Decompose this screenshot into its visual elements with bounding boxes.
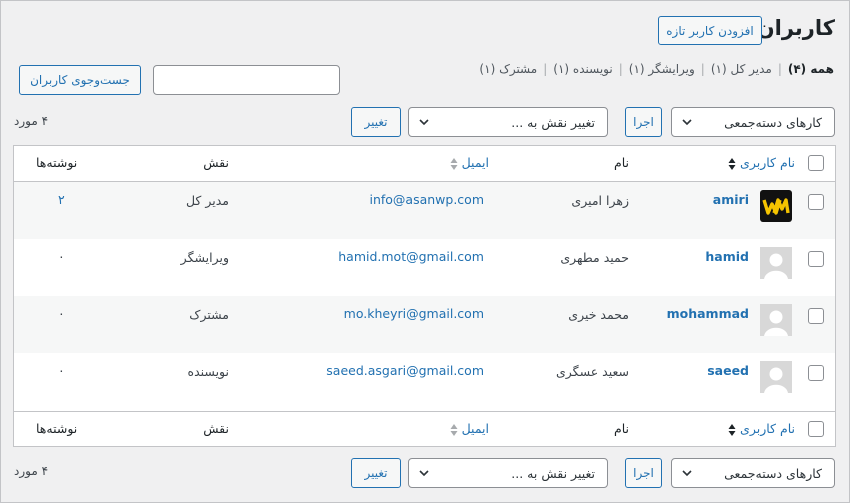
sort-arrows-icon (728, 157, 736, 170)
column-email-label: ایمیل (461, 155, 489, 170)
filter-subscriber[interactable]: مشترک (۱) (479, 62, 537, 76)
default-avatar-icon (760, 247, 792, 279)
apply-button[interactable]: اجرا (625, 107, 662, 137)
column-username-sort[interactable]: نام کاربری (724, 421, 795, 437)
change-role-label: تغییر نقش به ... (511, 114, 595, 130)
user-role: نویسنده (187, 364, 229, 379)
default-avatar-icon (760, 304, 792, 336)
user-role: مدیر کل (185, 193, 229, 208)
apply-button-bottom[interactable]: اجرا (625, 458, 662, 488)
user-posts-link[interactable]: ۲ (58, 192, 65, 207)
change-role-button-bottom[interactable]: تغییر (351, 458, 401, 488)
row-checkbox[interactable] (808, 251, 824, 267)
chevron-down-icon (419, 119, 429, 126)
select-all-checkbox[interactable] (808, 421, 824, 437)
bulk-actions-label: کارهای دسته‌جمعی (724, 114, 822, 130)
sort-arrows-icon (450, 423, 458, 436)
default-avatar-icon (760, 361, 792, 393)
table-row: mohammad محمد خیری mo.kheyri@gmail.com م… (14, 296, 835, 353)
column-role-label: نقش (203, 421, 229, 436)
role-filter-links: همه (۴) | مدیر کل (۱) | ویرایشگر (۱) | ن… (479, 62, 834, 76)
row-checkbox[interactable] (808, 194, 824, 210)
filter-separator: | (777, 62, 782, 76)
users-table: نام کاربری نام ایمیل نقش نوشته‌ها amiri … (13, 145, 836, 447)
chevron-down-icon (419, 470, 429, 477)
username-link[interactable]: amiri (713, 192, 749, 207)
user-name: زهرا امیری (571, 193, 629, 208)
username-link[interactable]: hamid (705, 249, 749, 264)
user-posts-count: ۰ (58, 306, 65, 321)
change-role-select-bottom[interactable]: تغییر نقش به ... (408, 458, 608, 488)
column-email-sort[interactable]: ایمیل (446, 155, 489, 171)
table-header-row: نام کاربری نام ایمیل نقش نوشته‌ها (14, 146, 835, 182)
select-all-checkbox[interactable] (808, 155, 824, 171)
items-count: ۴ مورد (14, 114, 49, 128)
filter-separator: | (700, 62, 705, 76)
table-row: saeed سعید عسگری saeed.asgari@gmail.com … (14, 353, 835, 410)
filter-all[interactable]: همه (۴) (788, 62, 834, 76)
user-logo-icon (760, 190, 792, 222)
table-row: amiri زهرا امیری info@asanwp.com مدیر کل… (14, 182, 835, 239)
user-email-link[interactable]: saeed.asgari@gmail.com (326, 363, 484, 378)
table-row: hamid حمید مطهری hamid.mot@gmail.com ویر… (14, 239, 835, 296)
filter-editor[interactable]: ویرایشگر (۱) (629, 62, 695, 76)
table-footer-row: نام کاربری نام ایمیل نقش نوشته‌ها (14, 411, 835, 446)
user-email-link[interactable]: info@asanwp.com (369, 192, 484, 207)
user-role: ویرایشگر (180, 250, 229, 265)
column-email-sort[interactable]: ایمیل (446, 421, 489, 437)
user-name: حمید مطهری (560, 250, 629, 265)
sort-arrows-icon (728, 423, 736, 436)
column-username-sort[interactable]: نام کاربری (724, 155, 795, 171)
change-role-label: تغییر نقش به ... (511, 465, 595, 481)
sort-arrows-icon (450, 157, 458, 170)
username-link[interactable]: mohammad (667, 306, 749, 321)
user-posts-count: ۰ (58, 363, 65, 378)
filter-separator: | (618, 62, 623, 76)
filter-separator: | (543, 62, 548, 76)
items-count-bottom: ۴ مورد (14, 464, 49, 478)
filter-author[interactable]: نویسنده (۱) (553, 62, 612, 76)
change-role-button[interactable]: تغییر (351, 107, 401, 137)
bulk-actions-select[interactable]: کارهای دسته‌جمعی (671, 107, 835, 137)
row-checkbox[interactable] (808, 308, 824, 324)
column-posts-label: نوشته‌ها (36, 155, 78, 170)
user-name: محمد خیری (568, 307, 629, 322)
search-input[interactable] (153, 65, 340, 95)
username-link[interactable]: saeed (707, 363, 749, 378)
page-title: کاربران (756, 16, 835, 40)
chevron-down-icon (682, 119, 692, 126)
column-email-label: ایمیل (461, 421, 489, 436)
filter-administrator[interactable]: مدیر کل (۱) (711, 62, 772, 76)
add-new-user-button[interactable]: افزودن کاربر تازه (658, 16, 762, 45)
change-role-select[interactable]: تغییر نقش به ... (408, 107, 608, 137)
column-username-label: نام کاربری (740, 421, 795, 436)
column-name-label: نام (613, 155, 629, 170)
column-username-label: نام کاربری (740, 155, 795, 170)
user-posts-count: ۰ (58, 249, 65, 264)
row-checkbox[interactable] (808, 365, 824, 381)
user-email-link[interactable]: mo.kheyri@gmail.com (344, 306, 484, 321)
bulk-actions-label: کارهای دسته‌جمعی (724, 465, 822, 481)
column-posts-label: نوشته‌ها (36, 421, 78, 436)
user-name: سعید عسگری (555, 364, 629, 379)
search-users-button[interactable]: جست‌وجوی کاربران (19, 65, 141, 95)
user-role: مشترک (189, 307, 229, 322)
column-role-label: نقش (203, 155, 229, 170)
column-name-label: نام (613, 421, 629, 436)
chevron-down-icon (682, 470, 692, 477)
user-email-link[interactable]: hamid.mot@gmail.com (338, 249, 484, 264)
bulk-actions-select-bottom[interactable]: کارهای دسته‌جمعی (671, 458, 835, 488)
